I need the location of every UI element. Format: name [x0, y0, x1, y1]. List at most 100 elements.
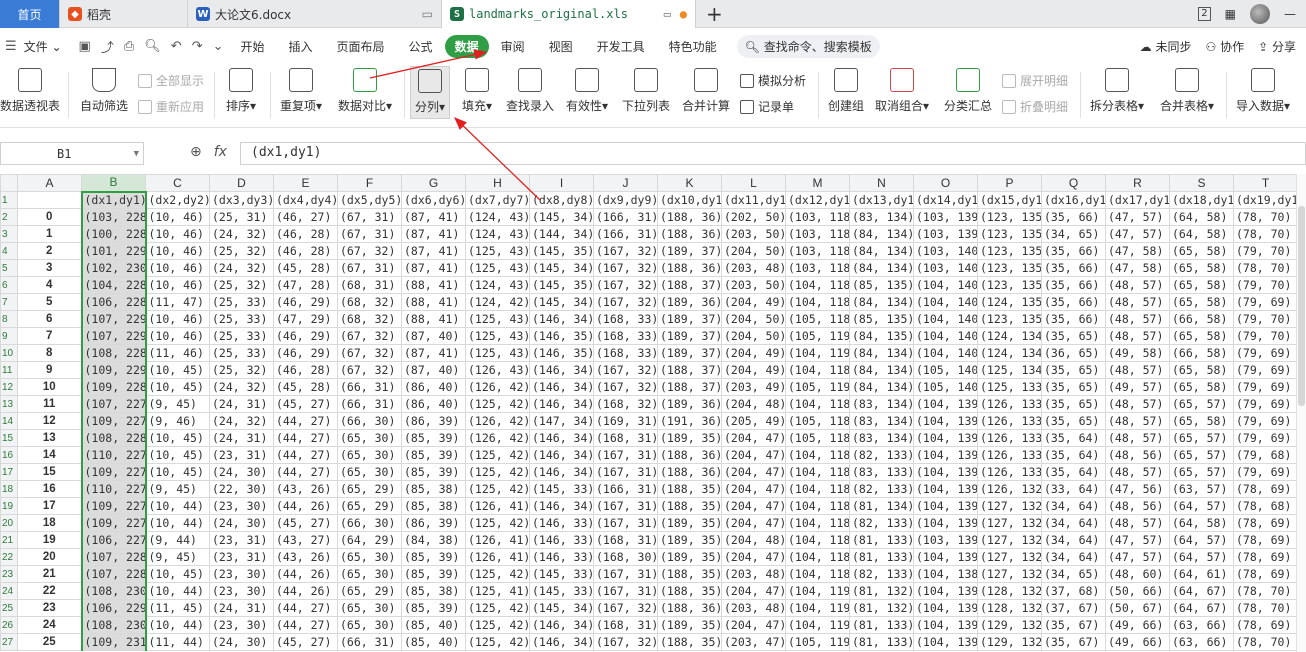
hamburger-menu-icon[interactable]: ☰	[0, 39, 22, 54]
cell[interactable]: (49, 66)	[1105, 633, 1170, 651]
cell[interactable]: (146, 33)	[529, 514, 594, 532]
cell[interactable]: (25, 33)	[209, 344, 274, 362]
cell[interactable]: (126, 133)	[977, 429, 1042, 447]
cell[interactable]: (35, 67)	[1041, 633, 1106, 651]
expand-detail-button[interactable]: 展开明细	[1002, 72, 1068, 89]
column-header-E[interactable]: E	[273, 174, 338, 192]
cell[interactable]: (104, 139)	[913, 446, 978, 464]
cell[interactable]: (65, 30)	[337, 565, 402, 583]
cell[interactable]: (10, 45)	[145, 463, 210, 481]
cell[interactable]: 5	[17, 293, 82, 311]
cell[interactable]: 20	[17, 548, 82, 566]
cell[interactable]: (35, 64)	[1041, 429, 1106, 447]
cell[interactable]: (dx6,dy6)	[401, 191, 466, 209]
cell[interactable]: (167, 32)	[593, 276, 658, 294]
cell[interactable]: (124, 135)	[977, 293, 1042, 311]
cell[interactable]: (81, 133)	[849, 531, 914, 549]
cell[interactable]: (103, 118)	[785, 225, 850, 243]
cell[interactable]: (83, 133)	[849, 463, 914, 481]
column-header-F[interactable]: F	[337, 174, 402, 192]
cell[interactable]: (167, 32)	[593, 361, 658, 379]
row-number[interactable]: 7	[0, 293, 18, 311]
cell[interactable]: (189, 37)	[657, 344, 722, 362]
cell[interactable]: (10, 44)	[145, 514, 210, 532]
menu-tab-3[interactable]: 公式	[397, 38, 445, 55]
column-header-R[interactable]: R	[1105, 174, 1170, 192]
cell[interactable]: (63, 57)	[1169, 480, 1234, 498]
column-header-D[interactable]: D	[209, 174, 274, 192]
cell[interactable]: (105, 140)	[913, 361, 978, 379]
cell[interactable]: (128, 132)	[977, 599, 1042, 617]
vertical-scrollbar[interactable]	[1296, 174, 1306, 652]
cell[interactable]: (145, 33)	[529, 582, 594, 600]
cell[interactable]: (11, 45)	[145, 599, 210, 617]
column-header-K[interactable]: K	[657, 174, 722, 192]
cell[interactable]: (146, 34)	[529, 463, 594, 481]
cell[interactable]: (147, 34)	[529, 412, 594, 430]
cell[interactable]: (109, 227)	[80, 463, 147, 481]
cell[interactable]: (145, 35)	[529, 276, 594, 294]
cell[interactable]: (dx17,dy17	[1105, 191, 1170, 209]
cell[interactable]: (167, 32)	[593, 259, 658, 277]
cell[interactable]: (23, 30)	[209, 582, 274, 600]
cell[interactable]: (68, 32)	[337, 293, 402, 311]
cell[interactable]: (204, 47)	[721, 463, 786, 481]
row-number[interactable]: 26	[0, 616, 18, 634]
cell[interactable]: (124, 134)	[977, 327, 1042, 345]
cell[interactable]: 0	[17, 208, 82, 226]
cell[interactable]: (125, 42)	[465, 395, 530, 413]
cell[interactable]: (78, 69)	[1233, 480, 1296, 498]
cell[interactable]: (146, 35)	[529, 327, 594, 345]
cell[interactable]: (85, 39)	[401, 446, 466, 464]
cell[interactable]: (25, 33)	[209, 293, 274, 311]
cell[interactable]: (104, 139)	[913, 548, 978, 566]
menu-tab-8[interactable]: 特色功能	[657, 38, 729, 55]
cell[interactable]: (124, 42)	[465, 293, 530, 311]
column-header-L[interactable]: L	[721, 174, 786, 192]
cell[interactable]: (83, 134)	[849, 429, 914, 447]
cell[interactable]: (34, 64)	[1041, 531, 1106, 549]
cell[interactable]: (65, 57)	[1169, 446, 1234, 464]
cell[interactable]: (48, 60)	[1105, 565, 1170, 583]
cell[interactable]: 24	[17, 616, 82, 634]
cell[interactable]: (78, 69)	[1233, 514, 1296, 532]
cell[interactable]: (125, 42)	[465, 446, 530, 464]
cell[interactable]: (dx8,dy8)	[529, 191, 594, 209]
cell[interactable]: (87, 41)	[401, 259, 466, 277]
cell[interactable]: (65, 30)	[337, 599, 402, 617]
what-if-button[interactable]: 模拟分析	[740, 72, 806, 89]
cell[interactable]: (65, 57)	[1169, 463, 1234, 481]
create-group-button[interactable]: 创建组	[828, 68, 864, 113]
cell[interactable]: (9, 45)	[145, 548, 210, 566]
cell[interactable]: (66, 58)	[1169, 344, 1234, 362]
print-preview-icon[interactable]: 🔍︎	[139, 39, 166, 54]
cell[interactable]: (47, 57)	[1105, 531, 1170, 549]
cell[interactable]: (35, 66)	[1041, 259, 1106, 277]
cell[interactable]: (64, 67)	[1169, 582, 1234, 600]
cell[interactable]: (125, 42)	[465, 616, 530, 634]
cell[interactable]: (78, 69)	[1233, 616, 1296, 634]
menu-tab-7[interactable]: 开发工具	[585, 38, 657, 55]
cell[interactable]: (204, 48)	[721, 395, 786, 413]
cell[interactable]: (dx5,dy5)	[337, 191, 402, 209]
cell[interactable]: (189, 37)	[657, 310, 722, 328]
cell[interactable]: (86, 39)	[401, 412, 466, 430]
cell[interactable]: (67, 32)	[337, 242, 402, 260]
cell[interactable]: (104, 118)	[785, 480, 850, 498]
cell[interactable]: (168, 32)	[593, 395, 658, 413]
menu-tab-6[interactable]: 视图	[537, 38, 585, 55]
cell[interactable]: 23	[17, 599, 82, 617]
cell[interactable]: (84, 134)	[849, 259, 914, 277]
cell[interactable]: (203, 49)	[721, 378, 786, 396]
cell[interactable]: (81, 133)	[849, 548, 914, 566]
cell[interactable]: 11	[17, 395, 82, 413]
window-count-badge[interactable]: 2	[1198, 7, 1211, 21]
cell[interactable]: (37, 68)	[1041, 582, 1106, 600]
cell[interactable]: (188, 36)	[657, 259, 722, 277]
cell[interactable]: (64, 61)	[1169, 565, 1234, 583]
cell[interactable]: (23, 31)	[209, 446, 274, 464]
cell[interactable]: (84, 134)	[849, 361, 914, 379]
cell[interactable]: (104, 140)	[913, 276, 978, 294]
cell[interactable]: (127, 132)	[977, 497, 1042, 515]
cell[interactable]: (46, 29)	[273, 327, 338, 345]
